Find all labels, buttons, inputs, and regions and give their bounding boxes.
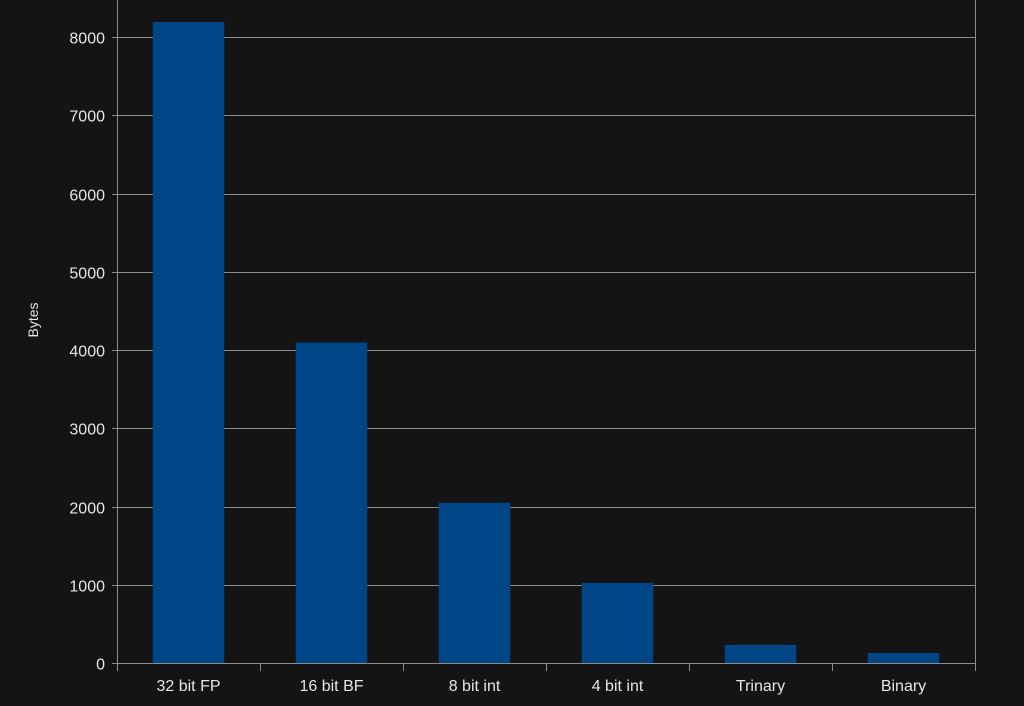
x-tick-label: 8 bit int	[449, 678, 501, 695]
y-tick-label: 5000	[69, 266, 105, 283]
bar	[152, 21, 225, 663]
x-tick-label: Binary	[881, 678, 926, 695]
bar	[295, 342, 368, 663]
y-tick-label: 8000	[69, 31, 105, 48]
y-tick-label: 1000	[69, 579, 105, 596]
x-tick-label: Trinary	[736, 678, 785, 695]
y-axis-title: Bytes	[25, 302, 41, 337]
y-tick-label: 6000	[69, 188, 105, 205]
y-tick-label: 2000	[69, 501, 105, 518]
x-tick-label: 32 bit FP	[156, 678, 220, 695]
bar	[581, 582, 654, 663]
x-tick-label: 4 bit int	[592, 678, 644, 695]
bar-chart: 0 1000 2000 3000 4000 5000 6000 7000 8000 32 bit…	[0, 0, 1024, 706]
bar	[438, 502, 511, 663]
y-tick-label: 7000	[69, 109, 105, 126]
bar	[724, 644, 797, 663]
y-tick-label: 0	[96, 657, 105, 674]
y-tick-label: 4000	[69, 344, 105, 361]
bar	[867, 652, 940, 663]
y-tick-label: 3000	[69, 422, 105, 439]
x-tick-label: 16 bit BF	[299, 678, 363, 695]
